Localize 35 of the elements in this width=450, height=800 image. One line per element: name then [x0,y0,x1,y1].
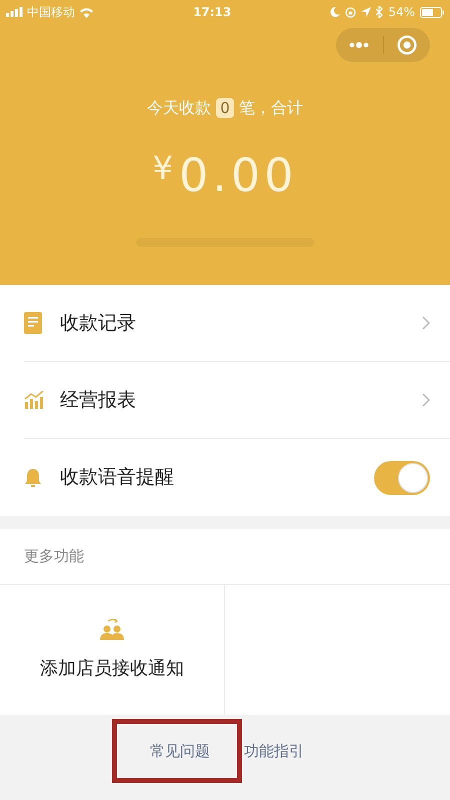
lock-rotation-icon [345,6,356,18]
summary-text: 今天收款 [147,97,212,119]
summary-text: 笔，合计 [238,97,303,119]
menu-label: 收款记录 [60,310,137,336]
wifi-icon [79,6,94,18]
bluetooth-icon [376,6,384,18]
currency-symbol: ¥ [152,148,173,189]
count-badge: 0 [216,98,234,118]
section-title: 更多功能 [24,546,84,568]
footer-link[interactable]: 常见问题 [112,719,242,783]
carrier-name: 中国移动 [27,4,75,21]
footer-link[interactable]: 功能指引 [242,719,304,783]
menu-label: 经营报表 [60,388,137,413]
status-time: 17:13 [193,4,232,21]
bell-icon [24,468,42,488]
bar-chart-icon [24,391,44,409]
people-icon [99,618,125,640]
menu-label: 收款语音提醒 [60,465,175,490]
feature-label: 添加店员接收通知 [40,656,184,680]
target-icon [396,35,417,55]
menu-row[interactable]: 经营报表 [24,362,450,439]
signal-icon [6,7,23,17]
moon-icon [330,7,340,17]
feature-tile[interactable]: 添加店员接收通知 [0,585,225,715]
toggle-switch[interactable] [374,460,430,494]
chevron-right-icon [422,393,430,407]
amount-value: 0.00 [178,152,298,198]
more-icon [349,42,370,48]
document-icon [24,312,42,334]
chevron-right-icon [422,316,430,330]
location-icon [361,7,372,17]
menu-row[interactable]: 收款记录 [24,285,450,362]
menu-row[interactable]: 收款语音提醒 [24,439,450,516]
battery-percent: 54% [388,4,415,21]
battery-icon [420,6,444,18]
